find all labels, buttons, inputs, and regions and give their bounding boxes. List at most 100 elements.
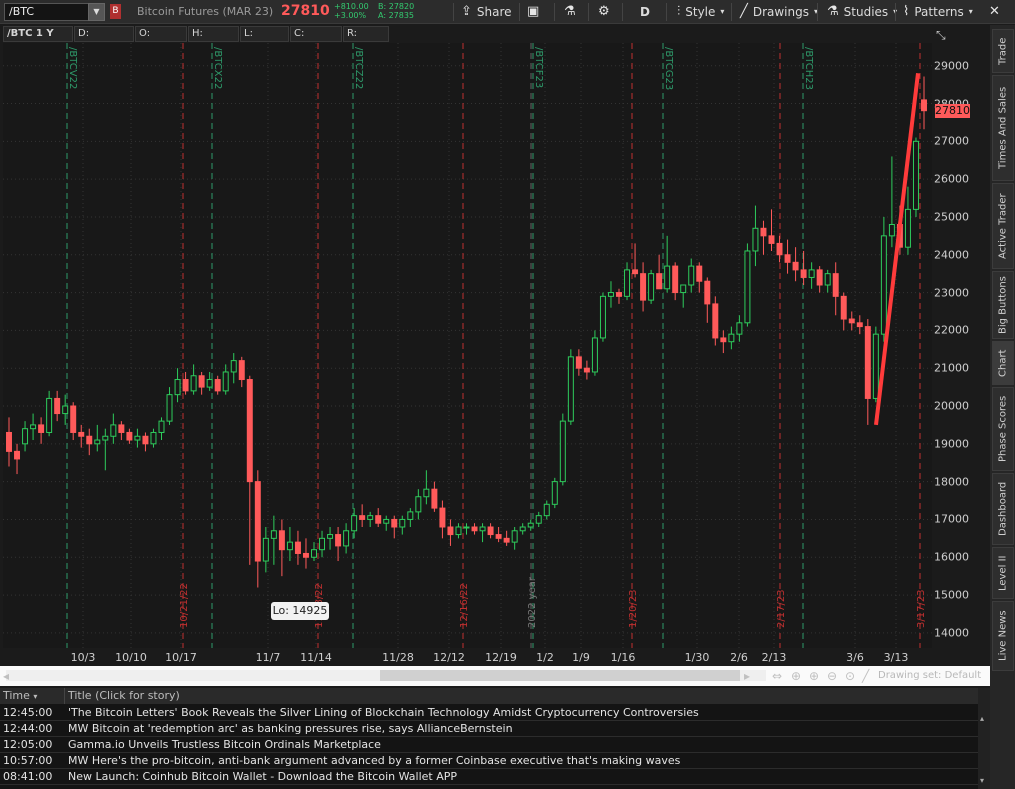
expiry-label: /BTCV22 — [67, 47, 78, 89]
column-time-label: Time — [3, 689, 30, 702]
news-title-link[interactable]: Gamma.io Unveils Trustless Bitcoin Ordin… — [68, 737, 381, 753]
reset-zoom-icon[interactable]: ⊙ — [845, 669, 855, 683]
news-row[interactable]: 12:45:00 'The Bitcoin Letters' Book Revea… — [0, 705, 978, 721]
info-low: L: 27320 — [240, 26, 289, 53]
candle-body — [535, 515, 542, 524]
news-row[interactable]: 10:57:00 MW Here's the pro-bitcoin, anti-… — [0, 753, 978, 769]
candle-body — [624, 269, 631, 297]
net-change-value: +810.00 — [334, 2, 369, 11]
candle-body — [511, 530, 518, 543]
info-close: C: 27810 — [290, 26, 342, 53]
news-title-link[interactable]: 'The Bitcoin Letters' Book Reveals the S… — [68, 705, 699, 721]
candle-body — [567, 356, 574, 422]
expand-axis-icon[interactable]: ⤡ — [936, 28, 946, 43]
candle-body — [214, 379, 221, 392]
aggregation-button[interactable]: D — [640, 0, 650, 24]
candle-body — [166, 394, 173, 422]
price-chart[interactable]: /BTCV22/BTCX22/BTCZ22/BTCF23/BTCG23/BTCH… — [3, 43, 932, 648]
news-row[interactable]: 12:44:00 MW Bitcoin at 'redemption arc' a… — [0, 721, 978, 737]
style-button[interactable]: ⫶ Style ▾ — [677, 0, 724, 24]
flask-button[interactable]: ⚗ — [564, 0, 576, 24]
candle-body — [118, 424, 125, 433]
news-row[interactable]: 12:05:00 Gamma.io Unveils Trustless Bitco… — [0, 737, 978, 753]
drawings-button[interactable]: ╱ Drawings ▾ — [740, 0, 818, 24]
tab-phase-scores[interactable]: Phase Scores — [992, 387, 1014, 471]
price-tick-label: 26000 — [934, 172, 969, 186]
zoom-out-icon[interactable]: ⊖ — [827, 669, 837, 683]
date-tick-label: 1/16 — [610, 651, 636, 664]
tab-big-buttons[interactable]: Big Buttons — [992, 271, 1014, 339]
chart-settings-button[interactable]: ⚙ — [598, 0, 610, 24]
low-price-bubble: Lo: 14925 — [271, 602, 329, 620]
candle-body — [359, 515, 366, 520]
info-range: R: 1395 — [343, 26, 389, 53]
candle-body — [760, 227, 767, 237]
crosshair-icon[interactable]: ⊕ — [791, 669, 801, 683]
expiry-label: /BTCH23 — [803, 47, 814, 90]
expiry-label: /BTCG23 — [663, 47, 674, 90]
candle-body — [335, 534, 342, 547]
studies-label: Studies — [843, 5, 889, 19]
candle-body — [776, 242, 783, 256]
candle-body — [840, 295, 847, 320]
candle-body — [367, 515, 374, 520]
column-title-header[interactable]: Title (Click for story) — [68, 689, 180, 702]
tab-live-news[interactable]: Live News — [992, 601, 1014, 671]
scroll-up-icon[interactable]: ▴ — [980, 714, 984, 723]
bid-ask: B: 27820 A: 27835 — [378, 2, 414, 20]
candle-body — [262, 537, 269, 562]
candle-body — [246, 379, 253, 483]
drawing-pencil-icon[interactable]: ╱ — [862, 669, 869, 683]
toolbar-separator — [588, 3, 589, 21]
date-axis[interactable]: 10/3 10/10 10/17 11/7 11/14 11/28 12/12 12/19 1/… — [3, 648, 932, 666]
date-marker-label: 2/17/23 — [776, 589, 787, 628]
candle-body — [856, 322, 863, 328]
expiry-label: /BTCZ22 — [353, 47, 364, 89]
candle-body — [407, 511, 414, 520]
share-button[interactable]: ⇪ Share — [461, 0, 512, 24]
news-row[interactable]: 08:41:00 New Launch: Coinhub Bitcoin Wall… — [0, 769, 978, 785]
candle-body — [696, 265, 703, 282]
studies-button[interactable]: ⚗ Studies ▾ — [827, 0, 897, 24]
flexible-grid-button[interactable]: ▣ — [527, 0, 539, 24]
date-tick-label: 1/2 — [536, 651, 554, 664]
candle-body — [872, 333, 879, 399]
chart-title: /BTC 1 Y 1D — [3, 26, 73, 53]
candle-body — [632, 269, 639, 275]
news-title-link[interactable]: New Launch: Coinhub Bitcoin Wallet - Dow… — [68, 769, 457, 785]
news-title-link[interactable]: MW Bitcoin at 'redemption arc' as bankin… — [68, 721, 513, 737]
scroll-left-icon[interactable]: ◂ — [3, 669, 9, 683]
style-label: Style — [685, 5, 716, 19]
news-title-link[interactable]: MW Here's the pro-bitcoin, anti-bank arg… — [68, 753, 680, 769]
scroll-down-icon[interactable]: ▾ — [980, 776, 984, 785]
tab-active-trader[interactable]: Active Trader — [992, 183, 1014, 269]
candle-body — [126, 431, 133, 441]
scrollbar-thumb[interactable] — [380, 670, 740, 681]
expand-time-icon[interactable]: ⇔ — [772, 669, 782, 683]
candle-body — [102, 435, 109, 441]
price-tick-label: 17000 — [934, 512, 969, 526]
tab-trade[interactable]: Trade — [992, 29, 1014, 73]
news-vertical-scrollbar[interactable]: ▴ ▾ — [978, 688, 990, 789]
price-axis[interactable]: ⤡ 29000280002700026000250002400023000220… — [932, 25, 990, 648]
candle-body — [86, 435, 93, 445]
tab-chart[interactable]: Chart — [992, 341, 1014, 385]
candlestick-chart-svg[interactable]: /BTCV22/BTCX22/BTCZ22/BTCF23/BTCG23/BTCH… — [3, 43, 932, 648]
column-time-header[interactable]: Time ▾ — [3, 689, 37, 702]
expiry-label: /BTCX22 — [212, 47, 223, 89]
gear-icon: ⚙ — [598, 4, 610, 19]
tab-dashboard[interactable]: Dashboard — [992, 473, 1014, 545]
pencil-line-icon: ╱ — [740, 4, 748, 19]
tab-times-and-sales[interactable]: Times And Sales — [992, 75, 1014, 181]
close-button[interactable]: ✕ — [989, 0, 1000, 24]
zoom-in-icon[interactable]: ⊕ — [809, 669, 819, 683]
candle-body — [904, 208, 911, 248]
price-tick-label: 16000 — [934, 550, 969, 564]
patterns-button[interactable]: ⌇ Patterns ▾ — [903, 0, 973, 24]
tab-level-ii[interactable]: Level II — [992, 547, 1014, 599]
drawing-set-label[interactable]: Drawing set: Default — [878, 670, 981, 681]
symbol-dropdown-icon[interactable]: ▼ — [88, 3, 105, 21]
percent-change-value: +3.00% — [334, 11, 367, 20]
scroll-right-icon[interactable]: ▸ — [744, 669, 750, 683]
candle-body — [712, 303, 719, 339]
